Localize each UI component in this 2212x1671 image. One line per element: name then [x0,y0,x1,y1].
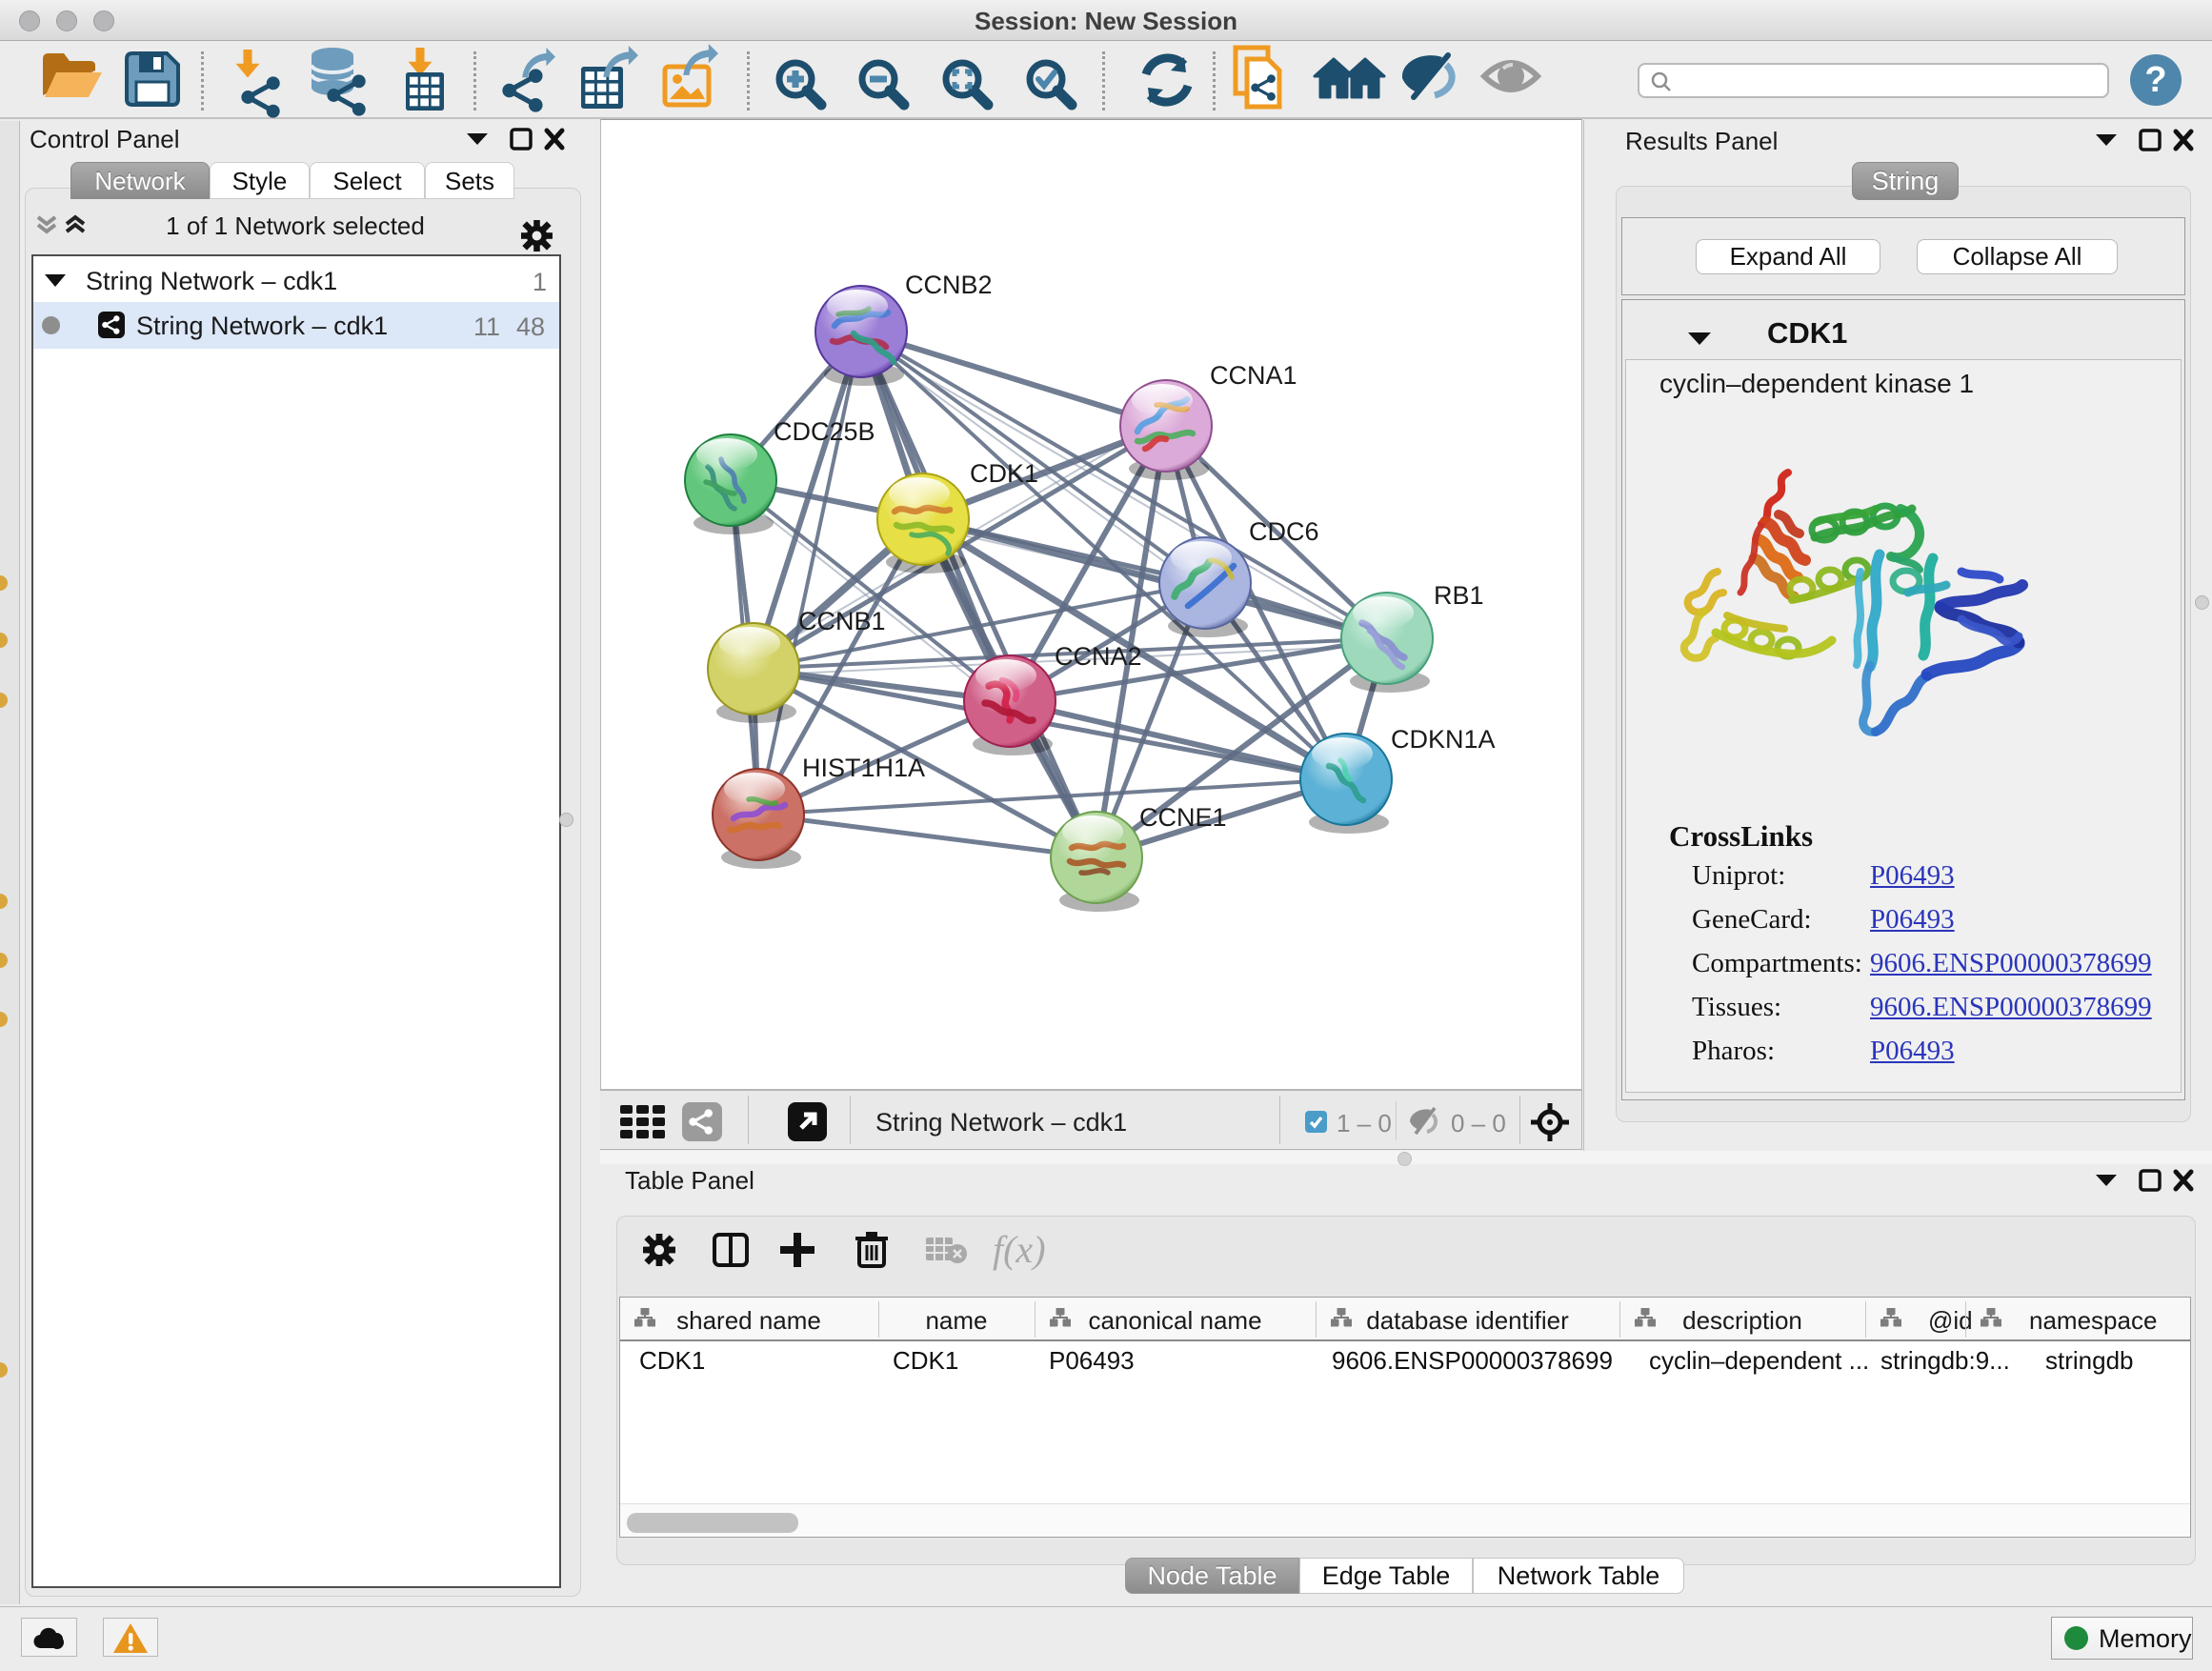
svg-text:CCNB1: CCNB1 [798,607,886,635]
svg-text:CDK1: CDK1 [970,459,1038,488]
svg-text:HIST1H1A: HIST1H1A [802,754,925,782]
svg-text:CCNB2: CCNB2 [905,271,993,299]
svg-text:RB1: RB1 [1434,581,1484,610]
svg-text:CDC25B: CDC25B [774,417,875,446]
svg-text:CCNA1: CCNA1 [1210,361,1297,390]
svg-text:CDKN1A: CDKN1A [1391,725,1496,754]
svg-text:CDC6: CDC6 [1249,517,1319,546]
svg-text:CCNE1: CCNE1 [1139,803,1227,832]
svg-text:CCNA2: CCNA2 [1055,642,1142,671]
